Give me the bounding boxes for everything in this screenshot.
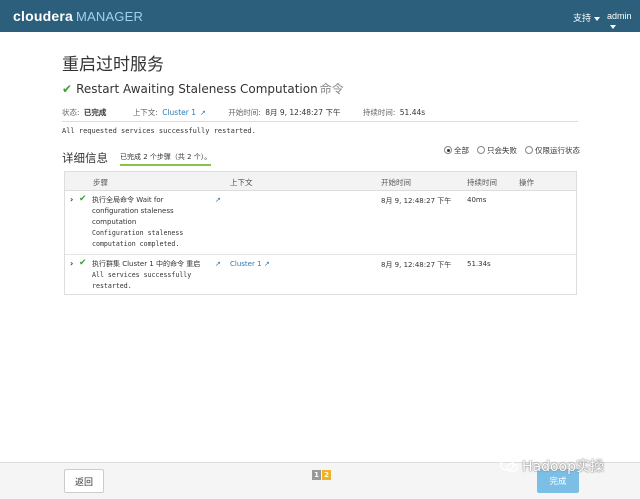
step-description: 执行群集 Cluster 1 中的命令 重启 All services succ… [92, 259, 217, 292]
duration-value: 51.44s [399, 108, 426, 117]
filter-failed-label: 只会失败 [487, 146, 517, 155]
table-row: › ✔ 执行全局命令 Wait for configuration stalen… [65, 191, 576, 255]
expand-chevron-icon[interactable]: › [70, 195, 73, 204]
external-link-icon[interactable]: ↗ [264, 260, 270, 268]
watermark-text: Hadoop实操 [522, 459, 605, 475]
command-name: Restart Awaiting Staleness Computation [76, 82, 318, 96]
divider [62, 121, 578, 122]
step-text: 执行全局命令 Wait for [92, 196, 164, 204]
filter-failed-only[interactable]: 只会失败 [477, 145, 517, 156]
row-start-time: 8月 9, 12:48:27 下午 [381, 197, 452, 205]
expand-chevron-icon[interactable]: › [70, 259, 73, 268]
external-link-icon[interactable]: ↗ [200, 109, 206, 117]
radio-icon[interactable] [525, 146, 533, 154]
filter-radio-group: 全部 只会失败 仅限运行状态 [444, 145, 580, 156]
step-2-indicator[interactable]: 2 [322, 470, 331, 480]
chevron-down-icon [610, 24, 616, 29]
duration-label: 持续时间: [362, 108, 396, 117]
context-label: 上下文: [132, 108, 158, 117]
row-duration: 40ms [467, 196, 487, 204]
filter-all-label: 全部 [454, 146, 469, 155]
progress-summary: 已完成 2 个步骤（共 2 个）。 [120, 152, 212, 166]
result-message: All requested services successfully rest… [62, 127, 256, 135]
header-actions: 操作 [519, 178, 534, 187]
row-start-time: 8月 9, 12:48:27 下午 [381, 261, 452, 269]
success-check-icon: ✔ [62, 82, 73, 96]
header-context[interactable]: 上下文 [230, 177, 253, 188]
details-title: 详细信息 [62, 151, 108, 165]
watermark: Hadoop实操 [499, 456, 605, 476]
step-message: computation completed. [92, 240, 180, 248]
status-label: 状态: [62, 108, 80, 117]
command-title: ✔ Restart Awaiting Staleness Computation 命… [62, 80, 344, 97]
cloudera-logo[interactable]: cloudera MANAGER [13, 8, 143, 24]
command-status-line: 状态: 已完成 上下文: Cluster 1 ↗ 开始时间: 8月 9, 12:4… [62, 107, 427, 118]
step-description: 执行全局命令 Wait for configuration staleness … [92, 195, 212, 250]
step-text: configuration staleness [92, 207, 174, 215]
step-1-indicator[interactable]: 1 [312, 470, 321, 480]
chevron-down-icon [594, 16, 601, 21]
radio-icon[interactable] [477, 146, 485, 154]
filter-running-only[interactable]: 仅限运行状态 [525, 145, 580, 156]
brand-suffix: MANAGER [75, 9, 144, 24]
table-header: 步骤 上下文 开始时间 持续时间 操作 [65, 172, 576, 191]
step-message: restarted. [92, 282, 132, 290]
steps-table: 步骤 上下文 开始时间 持续时间 操作 › ✔ 执行全局命令 Wait for … [64, 171, 577, 295]
row-context-link[interactable]: Cluster 1 [230, 260, 262, 268]
table-row: › ✔ 执行群集 Cluster 1 中的命令 重启 All services … [65, 255, 576, 294]
filter-all[interactable]: 全部 [444, 145, 469, 156]
context-link[interactable]: Cluster 1 [162, 108, 196, 117]
start-time-value: 8月 9, 12:48:27 下午 [265, 108, 341, 117]
user-label: admin [607, 11, 632, 21]
support-menu[interactable]: 支持 [573, 11, 601, 24]
header-duration[interactable]: 持续时间 [467, 177, 497, 188]
step-message: All services successfully [92, 271, 192, 279]
step-text: 执行群集 Cluster 1 中的命令 重启 [92, 260, 201, 268]
success-check-icon: ✔ [79, 194, 87, 204]
step-text: computation [92, 218, 137, 226]
success-check-icon: ✔ [79, 258, 87, 268]
header-start-time[interactable]: 开始时间 [381, 177, 411, 188]
top-navbar: cloudera MANAGER 支持 admin [0, 0, 640, 32]
user-menu[interactable]: admin [607, 11, 640, 31]
page-title: 重启过时服务 [62, 55, 164, 75]
external-link-icon[interactable]: ↗ [215, 196, 221, 204]
header-step[interactable]: 步骤 [93, 177, 108, 188]
wechat-icon [499, 459, 518, 473]
external-link-icon[interactable]: ↗ [215, 260, 221, 268]
filter-running-label: 仅限运行状态 [535, 146, 580, 155]
command-tag: 命令 [319, 82, 344, 96]
step-message: Configuration staleness [92, 229, 184, 237]
wizard-step-indicator: 1 2 [312, 470, 331, 480]
start-time-label: 开始时间: [228, 108, 261, 117]
row-duration: 51.34s [467, 260, 491, 268]
brand-name: cloudera [13, 8, 73, 24]
status-value: 已完成 [83, 108, 107, 117]
back-button[interactable]: 返回 [64, 469, 104, 493]
support-label: 支持 [573, 13, 592, 23]
radio-selected-icon[interactable] [444, 146, 452, 154]
